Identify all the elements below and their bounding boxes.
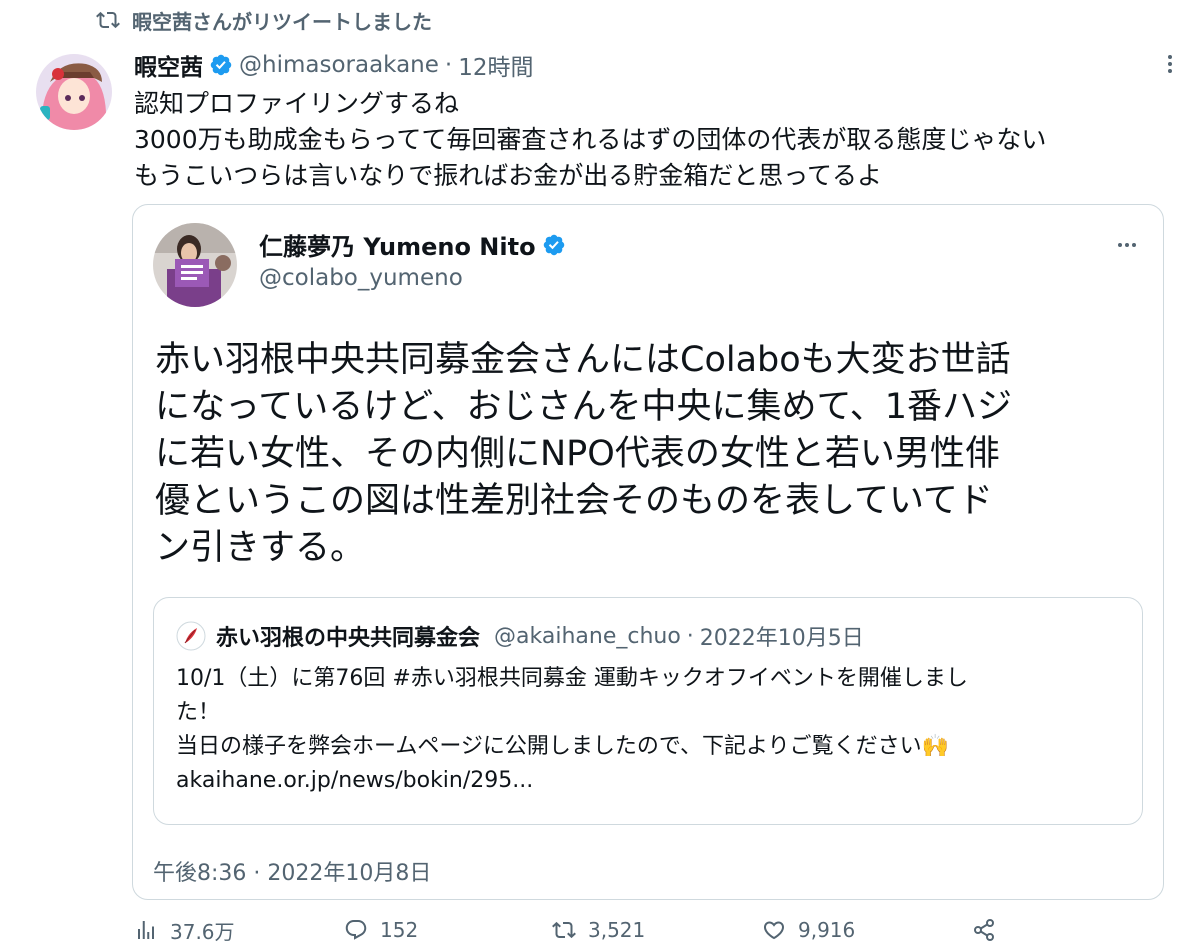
- quoted-author-avatar[interactable]: [153, 223, 237, 307]
- more-options-icon[interactable]: [1115, 233, 1139, 257]
- nested-author-name[interactable]: 赤い羽根の中央共同募金会: [216, 620, 480, 652]
- author-avatar[interactable]: [36, 54, 112, 130]
- author-name[interactable]: 暇空茜: [134, 48, 203, 82]
- author-handle[interactable]: @himasoraakane: [239, 52, 439, 78]
- tweet-text-line: もうこいつらは言いなりで振ればお金が出る貯金箱だと思ってるよ: [134, 161, 883, 190]
- nested-quote-text: 10/1（土）に第76回 #赤い羽根共同募金 運動キックオフイベントを開催しまし…: [176, 662, 1126, 798]
- views-count: 37.6万: [170, 919, 235, 944]
- nested-quote-header: 赤い羽根の中央共同募金会 @akaihane_chuo · 2022年10月5日: [176, 620, 864, 652]
- like-count: 9,916: [798, 918, 856, 942]
- retweet-banner-text: 暇空茜さんがリツイートしました: [132, 9, 432, 34]
- tweet-text-line: 3000万も助成金もらってて毎回審査されるはずの団体の代表が取る態度じゃない: [134, 125, 1047, 154]
- quoted-author-name[interactable]: 仁藤夢乃 Yumeno Nito: [259, 227, 536, 262]
- nested-text-line: 当日の様子を弊会ホームページに公開しましたので、下記よりご覧ください🙌: [176, 734, 949, 759]
- nested-link[interactable]: akaihane.or.jp/news/bokin/295...: [176, 764, 1126, 798]
- tweet-time[interactable]: 12時間: [458, 48, 533, 82]
- nested-text-line: た！: [176, 700, 221, 725]
- tweet-text-line: 認知プロファイリングするね: [134, 89, 460, 118]
- quoted-tweet-card[interactable]: 仁藤夢乃 Yumeno Nito @colabo_yumeno 赤い羽根中央共同…: [132, 204, 1164, 900]
- share-icon: [974, 919, 994, 941]
- quoted-text-line: 赤い羽根中央共同募金会さんにはColaboも大変お世話: [155, 340, 1011, 380]
- nested-text-line: 10/1（土）に第76回 #赤い羽根共同募金 運動キックオフイベントを開催しまし: [176, 666, 968, 691]
- like-button[interactable]: 9,916: [762, 912, 855, 948]
- tweet-header: 暇空茜 @himasoraakane · 12時間: [134, 46, 534, 84]
- reply-button[interactable]: 152: [344, 912, 418, 948]
- header-separator: ·: [444, 52, 453, 78]
- more-options-icon[interactable]: [1158, 52, 1182, 76]
- retweet-banner[interactable]: 暇空茜さんがリツイートしました: [96, 4, 432, 36]
- nested-author-handle[interactable]: @akaihane_chuo: [494, 624, 681, 649]
- retweet-icon: [552, 921, 576, 939]
- views-button[interactable]: 37.6万: [134, 912, 235, 948]
- retweet-button[interactable]: 3,521: [552, 912, 645, 948]
- verified-badge-icon: [543, 234, 564, 255]
- quoted-author-row: 仁藤夢乃 Yumeno Nito: [259, 227, 572, 262]
- retweet-count: 3,521: [588, 918, 646, 942]
- retweet-icon: [96, 11, 120, 29]
- quoted-text-line: に若い女性、その内側にNPO代表の女性と若い男性俳: [155, 434, 1000, 474]
- quoted-tweet-timestamp[interactable]: 午後8:36 · 2022年10月8日: [153, 855, 431, 887]
- quoted-text-line: 優というこの図は性差別社会そのものを表していてド: [155, 481, 993, 521]
- verified-badge-icon: [210, 54, 232, 76]
- reply-count: 152: [380, 918, 419, 942]
- nested-quoted-tweet[interactable]: 赤い羽根の中央共同募金会 @akaihane_chuo · 2022年10月5日…: [153, 597, 1143, 825]
- nested-quote-date[interactable]: 2022年10月5日: [700, 620, 864, 652]
- analytics-icon: [138, 921, 154, 939]
- reply-icon: [345, 920, 367, 940]
- tweet-action-bar: 37.6万 152 3,521 9,916: [134, 912, 1174, 948]
- quoted-text-line: ン引きする。: [155, 528, 366, 568]
- quoted-text-line: になっているけど、おじさんを中央に集めて、1番ハジ: [155, 387, 1013, 427]
- red-feather-logo-icon[interactable]: [176, 621, 206, 651]
- tweet-text: 認知プロファイリングするね 3000万も助成金もらってて毎回審査されるはずの団体…: [134, 86, 1174, 194]
- quoted-author-handle[interactable]: @colabo_yumeno: [259, 265, 463, 291]
- quoted-tweet-text: 赤い羽根中央共同募金会さんにはColaboも大変お世話 になっているけど、おじさ…: [155, 337, 1145, 572]
- share-button[interactable]: [972, 912, 996, 948]
- heart-icon: [763, 921, 785, 940]
- nested-header-separator: ·: [686, 623, 694, 649]
